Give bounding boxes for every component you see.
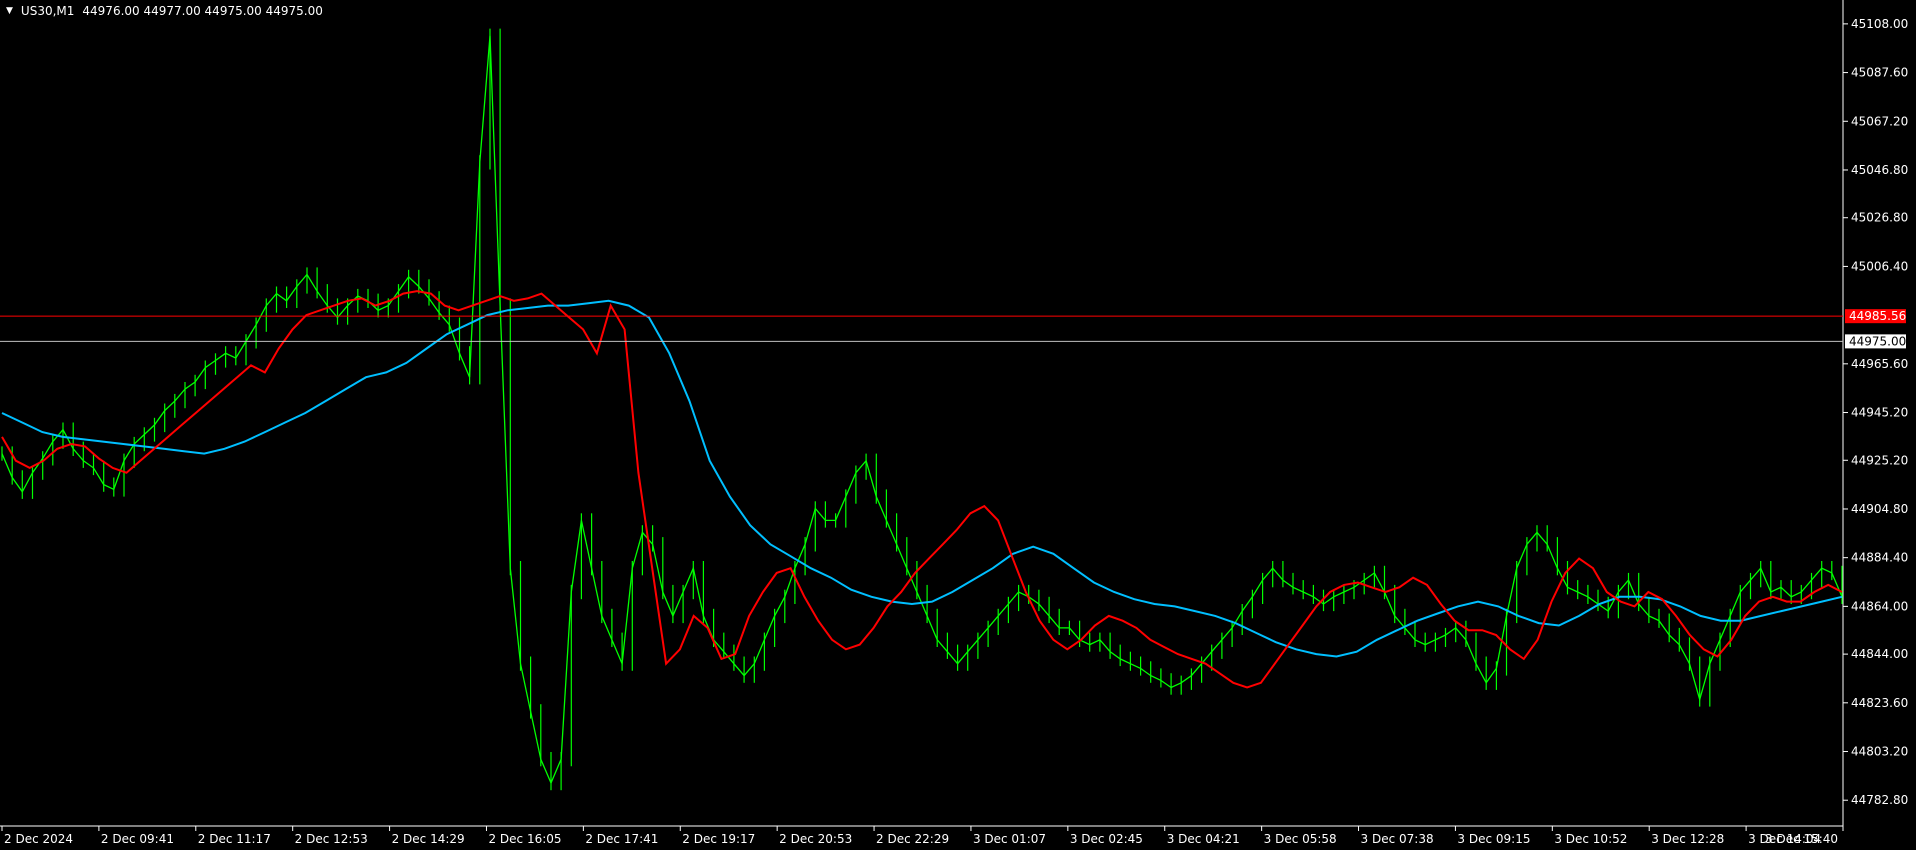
time-tick-label: 3 Dec 12:28: [1651, 832, 1724, 846]
time-tick-label: 3 Dec 02:45: [1070, 832, 1143, 846]
price-tick-label: 44965.60: [1851, 357, 1908, 371]
time-tick-label: 3 Dec 15:40: [1765, 832, 1838, 846]
time-tick-label: 2 Dec 22:29: [876, 832, 949, 846]
dropdown-triangle-icon[interactable]: ▼: [6, 6, 13, 16]
ohlc-readout: 44976.00 44977.00 44975.00 44975.00: [82, 4, 323, 18]
price-tick-label: 45006.40: [1851, 259, 1908, 273]
time-tick-label: 3 Dec 10:52: [1554, 832, 1627, 846]
price-tick-label: 45046.80: [1851, 163, 1908, 177]
time-tick-label: 3 Dec 04:21: [1167, 832, 1240, 846]
price-tick-label: 44945.20: [1851, 406, 1908, 420]
level-price-tag: 44985.56: [1849, 309, 1906, 323]
price-tick-label: 44823.60: [1851, 696, 1908, 710]
chart-header: ▼ US30,M1 44976.00 44977.00 44975.00 449…: [6, 4, 323, 18]
bid-price-tag: 44975.00: [1849, 334, 1906, 348]
price-tick-label: 44782.80: [1851, 793, 1908, 807]
time-tick-label: 3 Dec 01:07: [973, 832, 1046, 846]
time-tick-label: 2 Dec 16:05: [488, 832, 561, 846]
price-tick-label: 44884.40: [1851, 551, 1908, 565]
time-tick-label: 2 Dec 12:53: [295, 832, 368, 846]
symbol-label: US30,M1: [20, 4, 75, 18]
price-tick-label: 44844.00: [1851, 647, 1908, 661]
price-tick-label: 44904.80: [1851, 502, 1908, 516]
plot-background: [0, 0, 1916, 850]
time-tick-label: 3 Dec 09:15: [1457, 832, 1530, 846]
time-tick-label: 2 Dec 14:29: [392, 832, 465, 846]
time-tick-label: 3 Dec 05:58: [1264, 832, 1337, 846]
time-tick-label: 2 Dec 2024: [4, 832, 73, 846]
time-tick-label: 2 Dec 19:17: [682, 832, 755, 846]
time-tick-label: 2 Dec 20:53: [779, 832, 852, 846]
price-tick-label: 45026.80: [1851, 211, 1908, 225]
price-chart[interactable]: 45108.00 45087.60 45067.20 45046.80 45026.80…: [0, 0, 1916, 850]
time-tick-label: 2 Dec 11:17: [198, 832, 271, 846]
price-tick-label: 44864.00: [1851, 599, 1908, 613]
time-tick-label: 2 Dec 09:41: [101, 832, 174, 846]
price-tick-label: 45067.20: [1851, 114, 1908, 128]
price-tick-label: 44803.20: [1851, 745, 1908, 759]
time-tick-label: 2 Dec 17:41: [585, 832, 658, 846]
price-tick-label: 45108.00: [1851, 17, 1908, 31]
time-tick-label: 3 Dec 07:38: [1361, 832, 1434, 846]
price-tick-label: 44925.20: [1851, 453, 1908, 467]
price-tick-label: 45087.60: [1851, 66, 1908, 80]
